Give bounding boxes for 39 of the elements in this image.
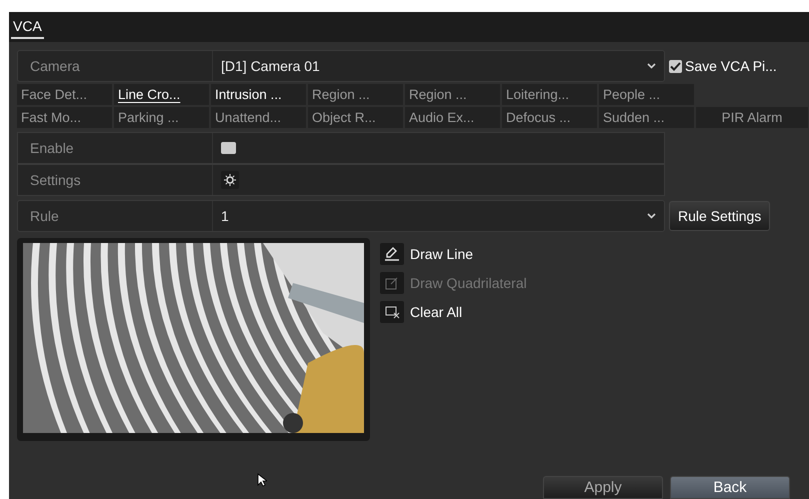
save-pictures-label: Save VCA Pi... [685, 58, 777, 74]
footer-button[interactable]: Apply [543, 476, 663, 499]
function-tab[interactable]: Face Det... [17, 84, 112, 105]
function-tab[interactable]: Line Cro... [114, 84, 209, 105]
camera-dropdown[interactable]: Camera [D1] Camera 01 [17, 50, 665, 82]
function-tab[interactable]: Sudden ... [599, 107, 694, 128]
edit-icon [385, 276, 399, 290]
draw-tool-button[interactable]: Clear All [380, 301, 527, 323]
function-tab[interactable]: PIR Alarm [696, 107, 808, 128]
function-tab[interactable]: Defocus ... [502, 107, 597, 128]
draw-tool-button[interactable]: Draw Line [380, 243, 527, 265]
settings-gear-icon[interactable] [221, 171, 239, 189]
vca-tab[interactable]: VCA [11, 18, 44, 39]
pencil-icon [384, 247, 400, 261]
camera-value: [D1] Camera 01 [221, 58, 320, 74]
rule-value: 1 [221, 208, 229, 224]
dropdown-caret-icon [647, 63, 656, 69]
function-tab[interactable]: Object R... [308, 107, 403, 128]
settings-label: Settings [29, 171, 82, 190]
mouse-cursor-icon [257, 473, 267, 487]
function-tab[interactable]: Region ... [308, 84, 403, 105]
function-tab[interactable]: Region ... [405, 84, 500, 105]
function-tab[interactable]: People ... [599, 84, 694, 105]
rule-dropdown[interactable]: Rule 1 [17, 200, 665, 232]
function-tab[interactable]: Unattend... [211, 107, 306, 128]
enable-checkbox[interactable] [221, 142, 236, 154]
dropdown-caret-icon [647, 213, 656, 219]
function-tab[interactable]: Intrusion ... [211, 84, 306, 105]
save-pictures-checkbox[interactable] [669, 60, 682, 72]
camera-label: Camera [29, 57, 81, 76]
function-tab[interactable]: Audio Ex... [405, 107, 500, 128]
footer-button[interactable]: Back [670, 476, 790, 499]
clear-icon [384, 306, 400, 318]
function-tab[interactable]: Parking ... [114, 107, 209, 128]
function-tab[interactable]: Fast Mo... [17, 107, 112, 128]
rule-label: Rule [29, 207, 60, 226]
function-tab[interactable]: Loitering... [502, 84, 597, 105]
rule-settings-button[interactable]: Rule Settings [669, 201, 770, 231]
enable-label: Enable [29, 139, 75, 158]
